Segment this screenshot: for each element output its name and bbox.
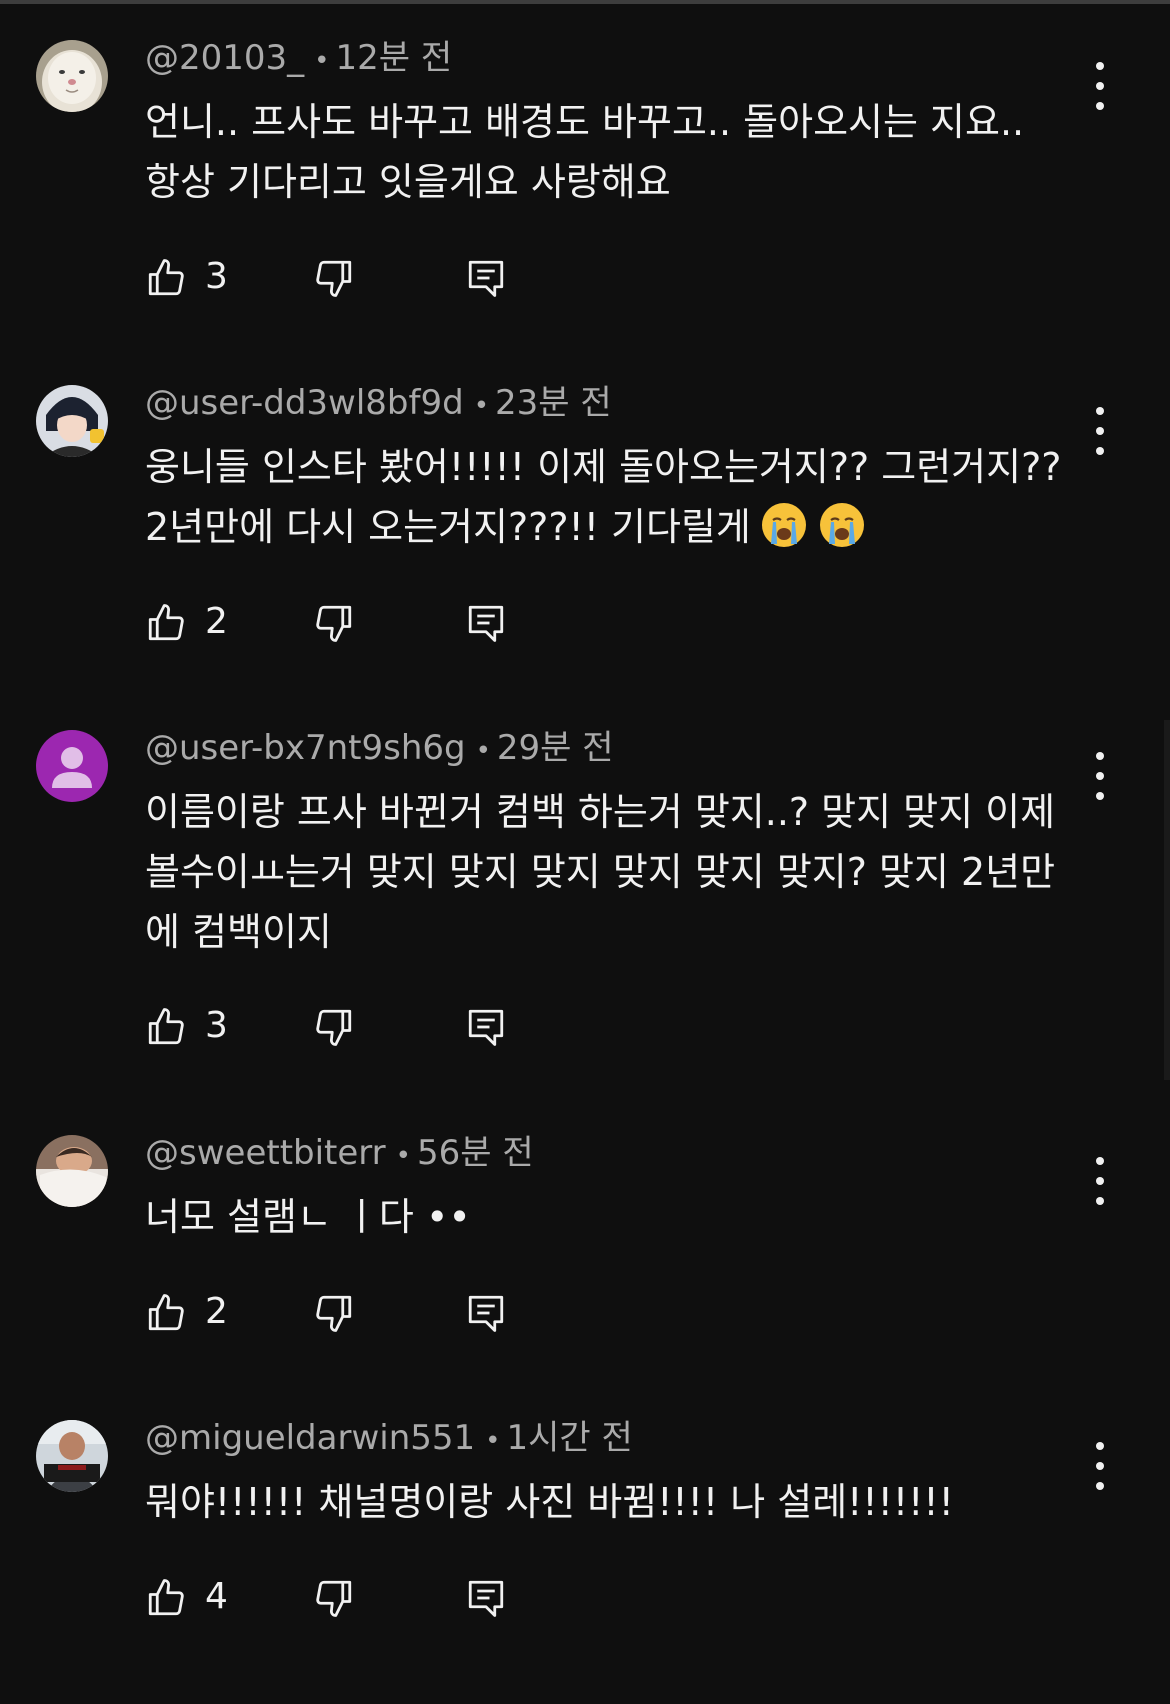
comment-meta: @user-bx7nt9sh6g • 29분 전 xyxy=(145,726,614,770)
reply-button[interactable] xyxy=(465,1282,515,1342)
thumbs-down-icon xyxy=(316,260,352,297)
thumbs-down-icon xyxy=(316,1580,352,1617)
thumbs-down-icon xyxy=(316,1009,352,1046)
dislike-button[interactable] xyxy=(313,247,363,307)
reply-comment-icon xyxy=(468,1580,504,1617)
avatar[interactable] xyxy=(36,1135,108,1207)
dislike-button[interactable] xyxy=(313,996,363,1056)
meta-separator: • xyxy=(314,46,330,76)
comment-text: 너모 설램ㄴ ㅣ다 •• xyxy=(145,1187,1095,1247)
crying-face-emoji xyxy=(761,503,806,547)
comment-item: @20103_ • 12분 전 언니.. 프사도 바꾸고 배경도 바꾸고.. 돌아오… xyxy=(0,38,1170,340)
avatar[interactable] xyxy=(36,385,108,457)
comment-text: 언니.. 프사도 바꾸고 배경도 바꾸고.. 돌아오시는 지요.. 항상 기다리… xyxy=(145,92,1095,212)
more-vert-icon[interactable] xyxy=(1082,1151,1118,1211)
top-divider xyxy=(0,0,1170,4)
comment-time[interactable]: 29분 전 xyxy=(497,728,614,768)
comment-meta: @user-dd3wl8bf9d • 23분 전 xyxy=(145,381,612,425)
author-name[interactable]: @user-dd3wl8bf9d xyxy=(145,383,464,423)
comment-meta: @migueldarwin551 • 1시간 전 xyxy=(145,1416,633,1460)
like-count: 4 xyxy=(205,1576,228,1617)
avatar[interactable] xyxy=(36,1420,108,1492)
comment-text-line: 너모 설램ㄴ ㅣ다 •• xyxy=(145,1195,471,1239)
comment-meta: @20103_ • 12분 전 xyxy=(145,36,452,80)
like-button[interactable]: 2 xyxy=(145,592,295,652)
comment-text-line: 이름이랑 프사 바뀐거 컴백 하는거 맞지..? 맞지 맞지 이제 xyxy=(145,790,1056,834)
comment-text-line: 웅니들 인스타 봤어!!!!! 이제 돌아오는거지?? 그런거지?? xyxy=(145,445,1062,489)
reply-comment-icon xyxy=(468,1009,504,1046)
comment-text-line: 항상 기다리고 잇을게요 사랑해요 xyxy=(145,160,671,204)
comment-item: @sweettbiterr • 56분 전 너모 설램ㄴ ㅣ다 •• 2 xyxy=(0,1133,1170,1375)
reply-button[interactable] xyxy=(465,1567,515,1627)
comment-item: @migueldarwin551 • 1시간 전 뭐야!!!!!! 채널명이랑 사진… xyxy=(0,1418,1170,1660)
more-vert-icon[interactable] xyxy=(1082,746,1118,806)
author-name[interactable]: @user-bx7nt9sh6g xyxy=(145,728,466,768)
comment-text-line: 언니.. 프사도 바꾸고 배경도 바꾸고.. 돌아오시는 지요.. xyxy=(145,100,1025,144)
comment-text: 뭐야!!!!!! 채널명이랑 사진 바뀜!!!! 나 설레!!!!!!! xyxy=(145,1472,1095,1532)
avatar[interactable] xyxy=(36,730,108,802)
like-button[interactable]: 4 xyxy=(145,1567,295,1627)
author-name[interactable]: @sweettbiterr xyxy=(145,1133,386,1173)
like-count: 2 xyxy=(205,601,228,642)
like-count: 3 xyxy=(205,1005,228,1046)
reply-comment-icon xyxy=(468,1295,504,1332)
thumbs-up-icon xyxy=(148,1294,184,1331)
author-name[interactable]: @20103_ xyxy=(145,38,304,78)
comment-meta: @sweettbiterr • 56분 전 xyxy=(145,1131,534,1175)
thumbs-up-icon xyxy=(148,259,184,296)
dislike-button[interactable] xyxy=(313,592,363,652)
comment-item: @user-dd3wl8bf9d • 23분 전 웅니들 인스타 봤어!!!!! 이… xyxy=(0,383,1170,685)
comment-text: 이름이랑 프사 바뀐거 컴백 하는거 맞지..? 맞지 맞지 이제 볼수이ㅛ는거… xyxy=(145,782,1095,962)
thumbs-up-icon xyxy=(148,1579,184,1616)
like-count: 2 xyxy=(205,1291,228,1332)
comment-time[interactable]: 1시간 전 xyxy=(507,1418,633,1458)
more-vert-icon[interactable] xyxy=(1082,401,1118,461)
thumbs-up-icon xyxy=(148,1008,184,1045)
reply-button[interactable] xyxy=(465,592,515,652)
comment-text-line: 볼수이ㅛ는거 맞지 맞지 맞지 맞지 맞지 맞지? 맞지 2년만 xyxy=(145,850,1056,894)
dislike-button[interactable] xyxy=(313,1567,363,1627)
comment-text-line: 에 컴백이지 xyxy=(145,910,332,954)
thumbs-down-icon xyxy=(316,1295,352,1332)
comment-time[interactable]: 23분 전 xyxy=(495,383,612,423)
reply-comment-icon xyxy=(468,605,504,642)
comment-text-line-with-emoji: 2년만에 다시 오는거지???!! 기다릴게 xyxy=(145,497,1095,557)
comment-text-line: 뭐야!!!!!! 채널명이랑 사진 바뀜!!!! 나 설레!!!!!!! xyxy=(145,1480,954,1524)
crying-face-emoji xyxy=(819,503,864,547)
comment-item: @user-bx7nt9sh6g • 29분 전 이름이랑 프사 바뀐거 컴백 하는… xyxy=(0,728,1170,1090)
like-button[interactable]: 3 xyxy=(145,247,295,307)
reply-button[interactable] xyxy=(465,996,515,1056)
thumbs-up-icon xyxy=(148,604,184,641)
meta-separator: • xyxy=(485,1426,501,1456)
comment-text: 웅니들 인스타 봤어!!!!! 이제 돌아오는거지?? 그런거지?? 2년만에 … xyxy=(145,437,1095,557)
thumbs-down-icon xyxy=(316,605,352,642)
like-button[interactable]: 3 xyxy=(145,996,295,1056)
meta-separator: • xyxy=(473,391,490,421)
author-name[interactable]: @migueldarwin551 xyxy=(145,1418,475,1458)
like-count: 3 xyxy=(205,256,228,297)
like-button[interactable]: 2 xyxy=(145,1282,295,1342)
more-vert-icon[interactable] xyxy=(1082,1436,1118,1496)
comment-time[interactable]: 56분 전 xyxy=(417,1133,534,1173)
meta-separator: • xyxy=(475,736,491,766)
meta-separator: • xyxy=(395,1141,411,1171)
reply-comment-icon xyxy=(468,260,504,297)
dislike-button[interactable] xyxy=(313,1282,363,1342)
more-vert-icon[interactable] xyxy=(1082,56,1118,116)
comment-text-line: 2년만에 다시 오는거지???!! 기다릴게 xyxy=(145,505,751,549)
reply-button[interactable] xyxy=(465,247,515,307)
avatar[interactable] xyxy=(36,40,108,112)
comment-time[interactable]: 12분 전 xyxy=(336,38,453,78)
